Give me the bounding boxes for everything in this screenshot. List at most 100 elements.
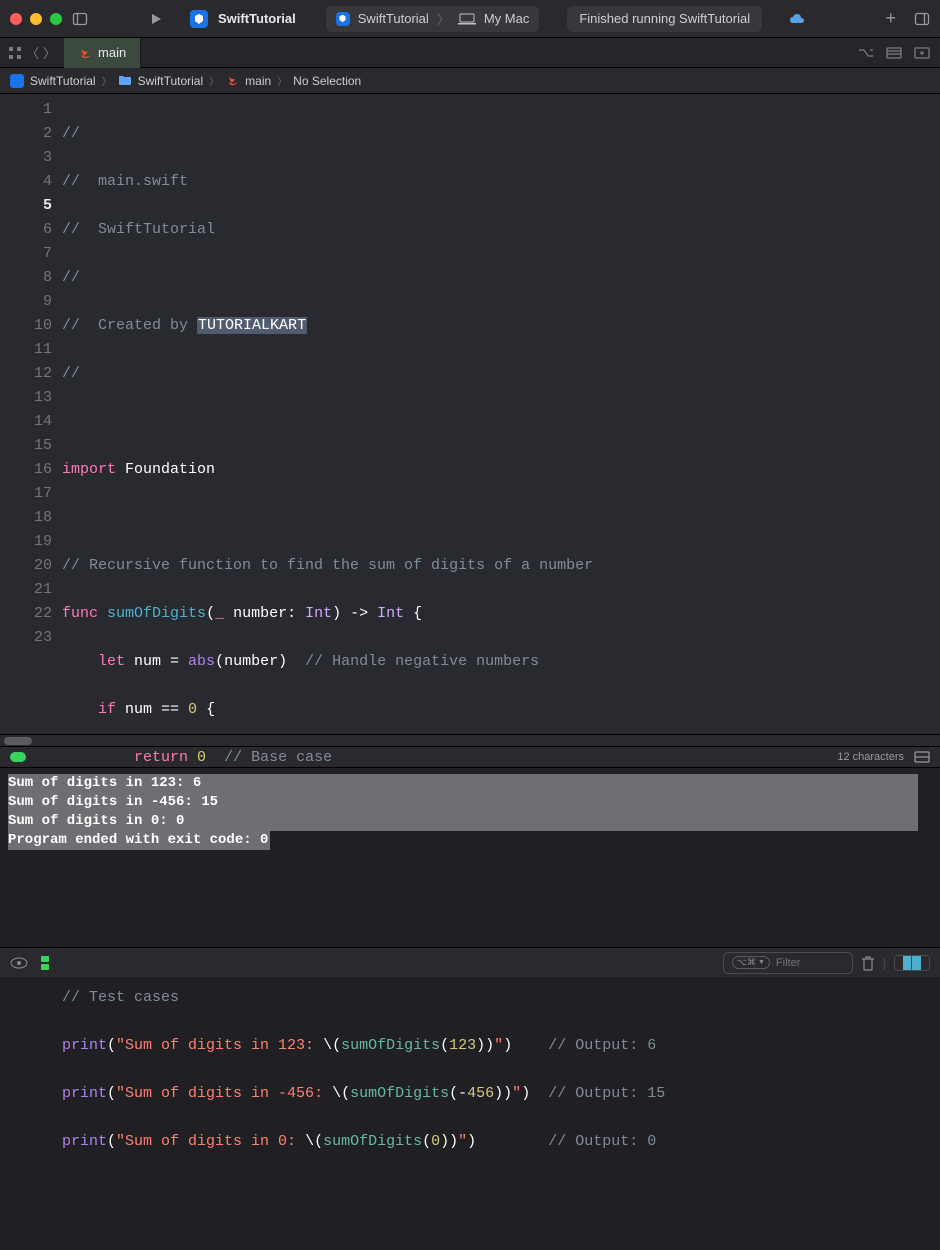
code-token: ) [503,1037,512,1054]
clear-console-icon[interactable] [861,955,875,971]
editor-layout-icon[interactable] [886,46,902,60]
filter-scope-pill[interactable]: ⌥⌘▼ [732,956,770,969]
bc-selection[interactable]: No Selection [293,74,361,88]
auto-toggle-icon[interactable] [10,957,28,969]
code-token: // Recursive function to find the sum of… [62,557,593,574]
breakpoint-toggle-icon[interactable] [38,955,52,971]
code-token: func [62,605,98,622]
code-token: sumOfDigits [107,605,206,622]
code-token: ) [521,1085,530,1102]
bc-sep: 〉 [102,73,112,88]
code-token: " [458,1133,467,1150]
filter-input[interactable] [776,957,856,969]
scrollbar-thumb[interactable] [4,737,32,745]
nav-back[interactable]: 〈 [26,43,39,62]
code-token: main.swift [98,173,188,190]
code-token: 0 [197,749,206,766]
code-token: print [62,1037,107,1054]
sidebar-toggle-icon[interactable] [72,11,88,27]
code-token: { [197,701,215,718]
code-token [188,749,197,766]
library-toggle-icon[interactable] [914,11,930,27]
related-items-icon[interactable] [8,46,22,60]
code-token: Int [305,605,332,622]
code-token: _ [215,605,224,622]
nav-forward[interactable]: 〉 [43,43,56,62]
code-token: print [62,1085,107,1102]
bc-project[interactable]: SwiftTutorial [30,74,96,88]
code-token: ) -> [332,605,377,622]
scheme-separator: 〉 [437,9,450,28]
code-token: Foundation [116,461,215,478]
code-token: ( [107,1085,116,1102]
code-token: ( [422,1133,431,1150]
selected-text: TUTORIALKART [197,317,307,334]
bc-sep: 〉 [209,73,219,88]
jump-bar[interactable]: SwiftTutorial 〉 SwiftTutorial 〉 main 〉 N… [0,68,940,94]
code-token: " [512,1085,521,1102]
code-area[interactable]: // // main.swift // SwiftTutorial // // … [62,94,940,734]
code-token: // Output: 6 [548,1037,656,1054]
console-filter[interactable]: ⌥⌘▼ [723,952,853,974]
code-token: ( [107,1133,116,1150]
minimize-window[interactable] [30,13,42,25]
code-token [62,749,134,766]
code-token: number: [224,605,305,622]
code-token: Created by [98,317,197,334]
bc-group[interactable]: SwiftTutorial [138,74,204,88]
code-token: num == [116,701,188,718]
window-controls [10,13,62,25]
code-token: // Handle negative numbers [305,653,539,670]
code-token: SwiftTutorial [98,221,215,238]
code-token [206,749,224,766]
zoom-window[interactable] [50,13,62,25]
scheme-target: SwiftTutorial [358,11,429,26]
editor-tab-main[interactable]: main [64,38,141,68]
code-token: // [62,221,98,238]
folder-icon [118,75,132,86]
mac-icon [458,13,476,25]
code-token: num = [125,653,188,670]
code-token: sumOfDigits [350,1085,449,1102]
run-button[interactable] [148,11,164,27]
bc-file[interactable]: main [245,74,271,88]
code-token: sumOfDigits [341,1037,440,1054]
swift-file-icon [225,74,239,88]
code-editor[interactable]: 1234567891011121314151617181920212223 //… [0,94,940,734]
left-pane-button[interactable] [894,955,912,971]
code-token: ( [440,1037,449,1054]
code-token: { [404,605,422,622]
code-token: )) [440,1133,458,1150]
code-token: "Sum of digits in 0: [116,1133,305,1150]
status-text: Finished running SwiftTutorial [579,11,750,26]
code-token: ( [107,1037,116,1054]
scheme-device: My Mac [484,11,530,26]
code-token: \( [323,1037,341,1054]
project-icon [10,74,24,88]
scheme-selector[interactable]: SwiftTutorial 〉 My Mac [326,6,540,32]
close-window[interactable] [10,13,22,25]
code-token: (number) [215,653,287,670]
add-button[interactable]: + [885,8,896,29]
editor-scrollbar[interactable] [0,734,940,746]
console-output[interactable]: Sum of digits in 123: 6 Sum of digits in… [0,768,940,953]
tab-option-icon[interactable] [858,46,874,60]
console-pane-toggle[interactable] [894,955,930,971]
right-pane-button[interactable] [912,955,930,971]
scheme-app-icon [336,12,350,26]
add-editor-icon[interactable] [914,46,930,60]
code-token: \( [305,1133,323,1150]
code-token: import [62,461,116,478]
code-token: // [62,269,80,286]
code-token: // [62,365,80,382]
code-token: ( [206,605,215,622]
code-token [62,653,98,670]
code-token: return [134,749,188,766]
code-token: print [62,1133,107,1150]
swift-file-icon [78,46,92,60]
code-token: \( [332,1085,350,1102]
code-token: abs [188,653,215,670]
execution-indicator [10,752,26,762]
code-token: (- [449,1085,467,1102]
cloud-status-icon [788,12,806,26]
